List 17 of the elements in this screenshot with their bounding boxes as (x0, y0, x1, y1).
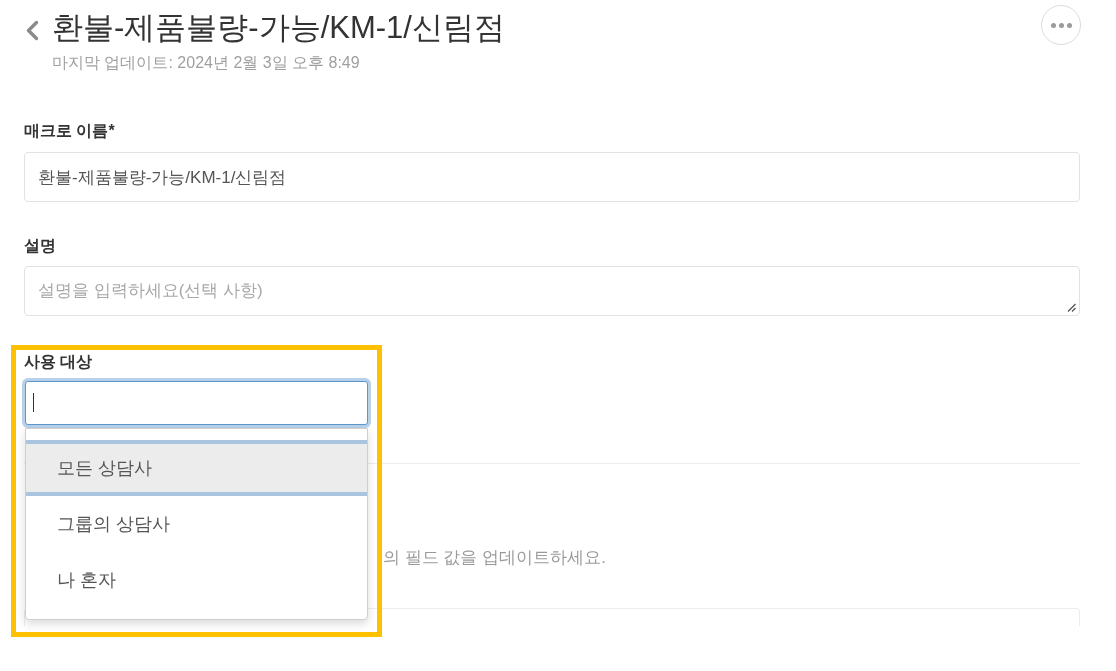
textarea-field[interactable]: 설명을 입력하세요(선택 사항) (24, 266, 1080, 316)
more-button[interactable] (1041, 5, 1081, 45)
field-label: 매크로 이름* (24, 121, 116, 141)
dropdown-option[interactable]: 나 혼자 (26, 552, 367, 608)
field-label: 설명 (24, 236, 57, 256)
more-icon (1050, 22, 1072, 28)
description-text: 의 필드 값을 업데이트하세요. (382, 547, 607, 569)
audience-field[interactable] (25, 381, 368, 425)
text-cursor-icon (33, 393, 34, 412)
dropdown-option[interactable]: 모든 상담사 (26, 440, 367, 496)
field-label: 사용 대상 (24, 352, 94, 372)
input-field[interactable]: 환불-제품불량-가능/KM-1/신림점 (24, 152, 1080, 202)
chevron-left-icon[interactable] (25, 20, 39, 41)
last-updated-text: 마지막 업데이트: 2024년 2월 3일 오후 8:49 (52, 53, 361, 73)
dropdown-option[interactable]: 그룹의 상담사 (26, 496, 367, 552)
resize-handle-icon[interactable] (1067, 303, 1076, 312)
page-title: 환불-제품불량-가능/KM-1/신림점 (52, 9, 506, 47)
